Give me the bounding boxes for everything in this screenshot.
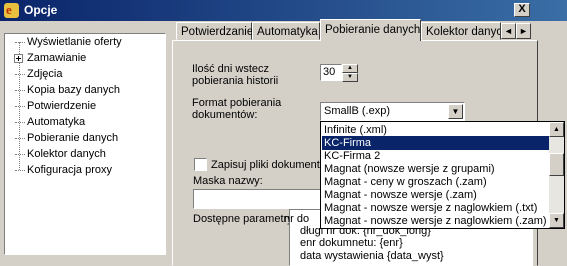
tree-branch (15, 122, 25, 124)
scroll-down-icon[interactable]: ▼ (549, 213, 564, 228)
dropdown-arrow-icon[interactable]: ▼ (448, 104, 463, 119)
param-item: enr dokumnetu: {enr} (300, 237, 403, 249)
sidebar-item-wyswietlanie-oferty[interactable]: Wyświetlanie oferty (27, 34, 122, 50)
tab-kolektor-danych[interactable]: Kolektor danyc (421, 22, 501, 40)
dropdown-scrollbar[interactable]: ▲ ▼ (549, 122, 564, 228)
param-item: nr do (284, 213, 310, 225)
save-files-label: Zapisuj pliki dokumentó (211, 159, 326, 171)
sidebar-item-kolektor-danych[interactable]: Kolektor danych (27, 146, 106, 162)
sidebar-item-automatyka[interactable]: Automatyka (27, 114, 85, 130)
format-selected-value: SmallB (.exp) (324, 105, 391, 117)
tab-automatyka[interactable]: Automatyka (252, 22, 320, 40)
tab-pobieranie-danych[interactable]: Pobieranie danych (320, 19, 421, 41)
expand-icon[interactable] (14, 54, 23, 63)
sidebar-item-pobieranie-danych[interactable]: Pobieranie danych (27, 130, 118, 146)
tree-branch (15, 170, 25, 172)
tab-scroll-right-icon[interactable]: ► (516, 23, 531, 39)
dropdown-option[interactable]: Magnat - nowsze wersje (.zam) (322, 188, 551, 202)
dropdown-option[interactable]: Magnat - nowsze wersje z naglowkiem (.tx… (322, 201, 551, 215)
days-label: Ilość dni wstecz (192, 63, 270, 75)
scroll-thumb[interactable] (549, 153, 564, 176)
sidebar-item-kofiguracja-proxy[interactable]: Kofiguracja proxy (27, 162, 112, 178)
app-icon: e (4, 2, 19, 18)
tab-scroll-left-icon[interactable]: ◄ (501, 23, 516, 39)
tree-branch (15, 74, 25, 76)
sidebar-item-kopia-bazy[interactable]: Kopia bazy danych (27, 82, 120, 98)
format-dropdown-list: Infinite (.xml) KC-Firma KC-Firma 2 Magn… (320, 121, 565, 229)
tree-branch (15, 138, 25, 140)
scroll-up-icon[interactable]: ▲ (549, 122, 564, 137)
days-input[interactable]: 30 (320, 64, 342, 81)
sidebar-item-zdjecia[interactable]: Zdjęcia (27, 66, 62, 82)
dropdown-option[interactable]: Magnat (nowsze wersje z grupami) (322, 162, 551, 176)
mask-label: Maska nazwy: (193, 175, 263, 187)
tree-branch (15, 106, 25, 108)
options-tree: Wyświetlanie oferty Zamawianie Zdjęcia K… (4, 33, 166, 255)
tab-potwierdzanie[interactable]: Potwierdzanie (176, 22, 253, 40)
spin-up-icon[interactable]: ▲ (342, 64, 358, 73)
close-button[interactable]: X (514, 3, 530, 17)
format-label-2: dokumentów: (192, 109, 258, 121)
dropdown-option[interactable]: KC-Firma 2 (322, 149, 551, 163)
days-label-2: pobierania historii (192, 75, 279, 87)
dropdown-option[interactable]: Magnat - ceny w groszach (.zam) (322, 175, 551, 189)
spin-down-icon[interactable]: ▼ (342, 73, 358, 82)
sidebar-item-potwierdzenie[interactable]: Potwierdzenie (27, 98, 96, 114)
dropdown-option-selected[interactable]: KC-Firma (322, 136, 551, 150)
dropdown-option[interactable]: Magnat - nowsze wersje z naglowkiem (.za… (322, 214, 551, 228)
window-title: Opcje (24, 3, 58, 17)
sidebar-item-zamawianie[interactable]: Zamawianie (27, 50, 86, 66)
save-files-checkbox[interactable] (194, 158, 207, 171)
format-select[interactable]: SmallB (.exp) ▼ (320, 102, 465, 121)
params-label: Dostępne parametry: (193, 213, 296, 225)
tree-branch (15, 90, 25, 92)
param-item: data wystawienia {data_wyst} (300, 250, 444, 262)
title-bar (0, 0, 567, 21)
tree-branch (15, 154, 25, 156)
format-label: Format pobierania (192, 97, 282, 109)
mask-input[interactable] (193, 189, 326, 209)
dropdown-option[interactable]: Infinite (.xml) (322, 123, 551, 137)
tree-branch (15, 42, 25, 44)
